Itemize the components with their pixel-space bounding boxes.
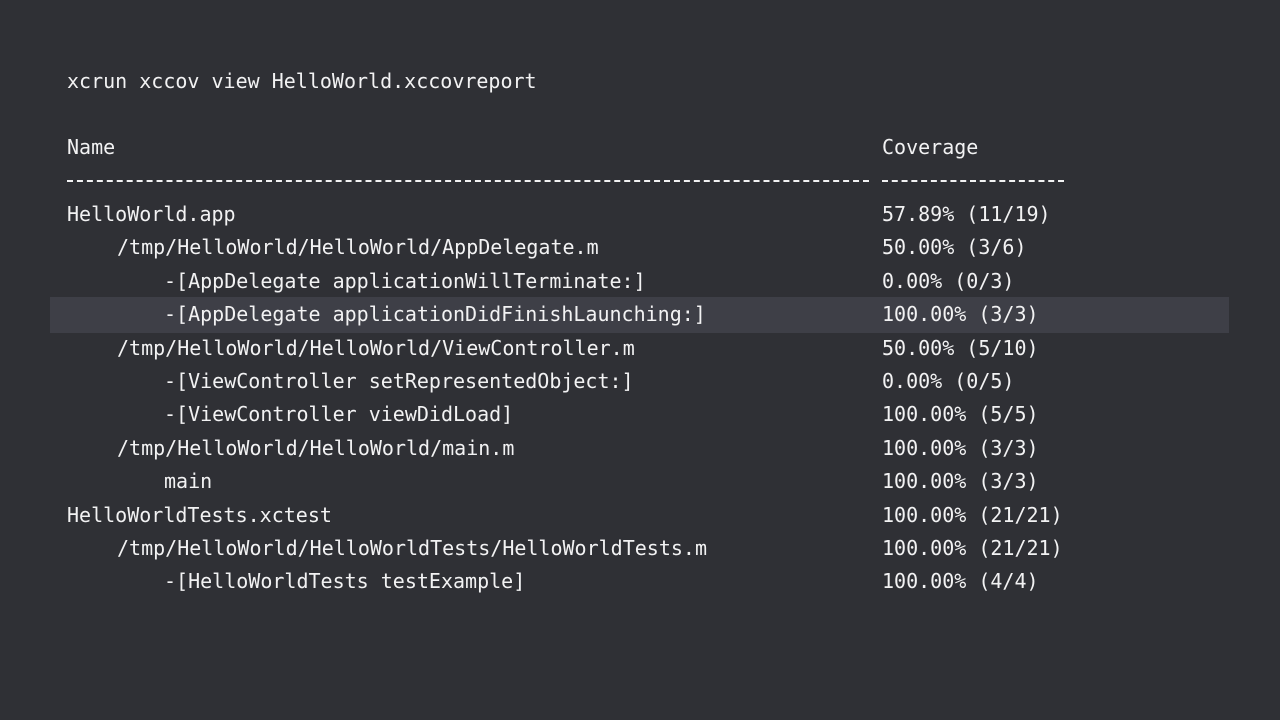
header-name: Name (67, 135, 116, 159)
row-name: /tmp/HelloWorld/HelloWorldTests/HelloWor… (117, 536, 708, 560)
header-coverage: Coverage (882, 135, 979, 159)
terminal-window: xcrun xccov view HelloWorld.xccovreport … (0, 0, 1280, 720)
row-name: -[ViewController viewDidLoad] (164, 402, 514, 427)
row-coverage: 100.00% (21/21) (882, 536, 1063, 560)
row-coverage: 0.00% (0/3) (882, 268, 1015, 293)
row-name: HelloWorldTests.xctest (67, 502, 332, 527)
table-row[interactable]: main 100.00% (3/3) (0, 465, 1280, 498)
row-coverage: 0.00% (0/5) (882, 369, 1015, 393)
table-row[interactable]: HelloWorldTests.xctest 100.00% (21/21) (0, 499, 1280, 532)
row-coverage: 100.00% (21/21) (882, 502, 1063, 527)
row-coverage: 100.00% (3/3) (882, 302, 1039, 327)
table-row[interactable]: -[AppDelegate applicationDidFinishLaunch… (0, 298, 1280, 331)
row-name: /tmp/HelloWorld/HelloWorld/ViewControlle… (117, 335, 635, 360)
name-separator (67, 180, 869, 184)
table-header: Name Coverage (0, 131, 1280, 164)
row-name: -[HelloWorldTests testExample] (164, 569, 526, 594)
coverage-separator (882, 180, 1064, 184)
row-coverage: 57.89% (11/19) (882, 202, 1051, 226)
row-coverage: 50.00% (3/6) (882, 235, 1027, 260)
table-row[interactable]: /tmp/HelloWorld/HelloWorld/main.m 100.00%… (0, 432, 1280, 465)
header-separator (0, 164, 1280, 197)
table-row[interactable]: /tmp/HelloWorld/HelloWorld/ViewControlle… (0, 332, 1280, 365)
row-coverage: 100.00% (3/3) (882, 435, 1039, 460)
row-name: -[AppDelegate applicationDidFinishLaunch… (164, 302, 706, 327)
table-row[interactable]: /tmp/HelloWorld/HelloWorld/AppDelegate.m… (0, 231, 1280, 264)
table-row[interactable]: -[ViewController viewDidLoad] 100.00% (5/… (0, 398, 1280, 431)
table-row[interactable]: -[AppDelegate applicationWillTerminate:]… (0, 265, 1280, 298)
row-name: -[ViewController setRepresentedObject:] (164, 369, 634, 393)
row-coverage: 50.00% (5/10) (882, 335, 1039, 360)
table-row[interactable]: /tmp/HelloWorld/HelloWorldTests/HelloWor… (0, 532, 1280, 565)
row-name: HelloWorld.app (67, 202, 236, 226)
row-coverage: 100.00% (5/5) (882, 402, 1039, 427)
row-coverage: 100.00% (4/4) (882, 569, 1039, 594)
row-name: -[AppDelegate applicationWillTerminate:] (164, 268, 646, 293)
table-row[interactable]: -[ViewController setRepresentedObject:] 0… (0, 365, 1280, 398)
command-line: xcrun xccov view HelloWorld.xccovreport (67, 69, 537, 93)
row-name: main (164, 469, 213, 494)
table-row[interactable]: -[HelloWorldTests testExample] 100.00% (4… (0, 565, 1280, 598)
row-name: /tmp/HelloWorld/HelloWorld/AppDelegate.m (117, 235, 599, 260)
table-row[interactable]: HelloWorld.app 57.89% (11/19) (0, 198, 1280, 231)
row-name: /tmp/HelloWorld/HelloWorld/main.m (117, 435, 515, 460)
row-coverage: 100.00% (3/3) (882, 469, 1039, 494)
